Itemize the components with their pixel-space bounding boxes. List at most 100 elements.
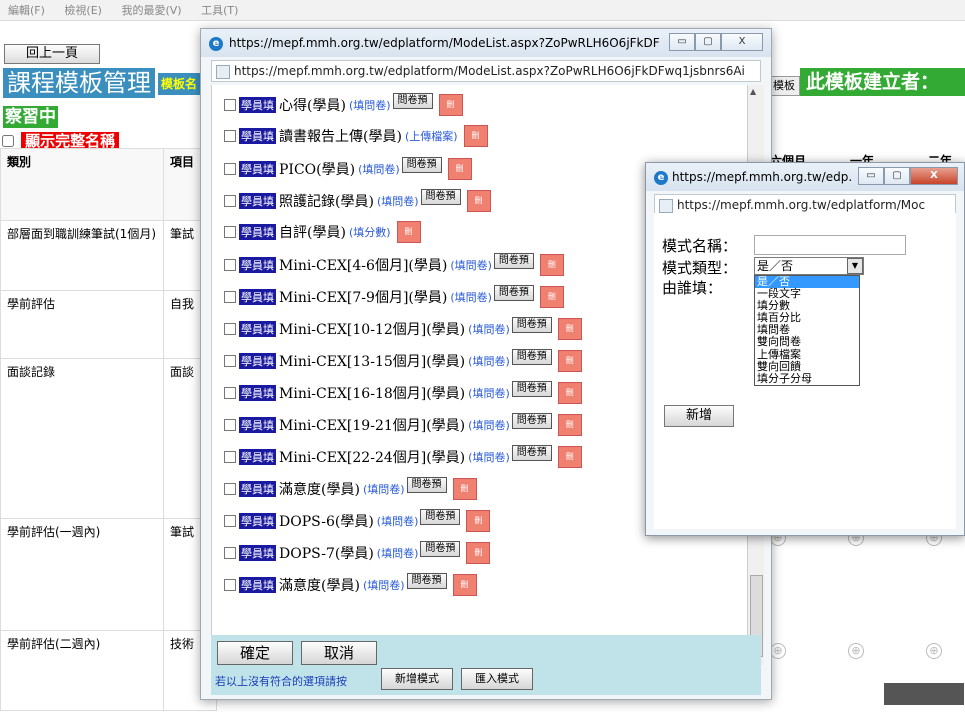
item-checkbox[interactable] xyxy=(224,579,236,591)
delete-button[interactable]: 刪 xyxy=(539,286,564,308)
item-type-link[interactable]: (填問卷) xyxy=(468,387,510,400)
item-checkbox[interactable] xyxy=(224,291,236,303)
item-checkbox[interactable] xyxy=(224,451,236,463)
dropdown-option[interactable]: 上傳檔案 xyxy=(755,348,859,361)
item-type-link[interactable]: (填問卷) xyxy=(377,195,419,208)
delete-button[interactable]: 刪 xyxy=(396,221,421,243)
preview-button[interactable]: 問卷預 xyxy=(511,381,552,397)
delete-button[interactable]: 刪 xyxy=(447,158,472,180)
add-button[interactable]: 新增 xyxy=(664,405,734,427)
item-type-link[interactable]: (填問卷) xyxy=(450,259,492,272)
window-titlebar[interactable]: e https://mepf.mmh.org.tw/edp... ▭ ▢ X xyxy=(646,163,964,191)
item-type-link[interactable]: (填問卷) xyxy=(468,323,510,336)
cancel-button[interactable]: 取消 xyxy=(301,641,377,665)
preview-button[interactable]: 問卷預 xyxy=(392,93,433,109)
preview-button[interactable]: 問卷預 xyxy=(401,157,442,173)
item-checkbox[interactable] xyxy=(224,259,236,271)
delete-button[interactable]: 刪 xyxy=(466,190,491,212)
confirm-button[interactable]: 確定 xyxy=(217,641,293,665)
preview-button[interactable]: 問卷預 xyxy=(511,445,552,461)
delete-button[interactable]: 刪 xyxy=(466,542,491,564)
item-checkbox[interactable] xyxy=(224,483,236,495)
template-button[interactable]: 模板 xyxy=(768,76,800,96)
menu-item[interactable]: 工具(T) xyxy=(193,0,246,20)
item-checkbox[interactable] xyxy=(224,355,236,367)
plus-icon[interactable]: ⊕ xyxy=(848,643,864,659)
item-checkbox[interactable] xyxy=(224,226,236,238)
delete-button[interactable]: 刪 xyxy=(557,350,582,372)
item-type-link[interactable]: (填問卷) xyxy=(349,99,391,112)
maximize-icon[interactable]: ▢ xyxy=(884,167,910,185)
item-type-link[interactable]: (填問卷) xyxy=(468,419,510,432)
menu-item[interactable]: 我的最愛(V) xyxy=(113,0,189,20)
preview-button[interactable]: 問卷預 xyxy=(511,413,552,429)
dropdown-option[interactable]: 雙向問卷 xyxy=(755,336,859,348)
menu-item[interactable]: 編輯(F) xyxy=(0,0,53,20)
delete-button[interactable]: 刪 xyxy=(452,574,477,596)
item-checkbox[interactable] xyxy=(224,163,236,175)
window-titlebar[interactable]: e https://mepf.mmh.org.tw/edplatform/Mod… xyxy=(201,29,771,57)
delete-button[interactable]: 刪 xyxy=(452,478,477,500)
item-checkbox[interactable] xyxy=(224,323,236,335)
item-type-link[interactable]: (填問卷) xyxy=(468,451,510,464)
item-type-link[interactable]: (填分數) xyxy=(349,226,391,239)
item-type-link[interactable]: (填問卷) xyxy=(468,355,510,368)
mode-name-label: 模式名稱： xyxy=(662,237,738,255)
new-mode-button[interactable]: 新增模式 xyxy=(381,668,453,690)
preview-button[interactable]: 問卷預 xyxy=(406,477,447,493)
delete-button[interactable]: 刪 xyxy=(463,125,488,147)
delete-button[interactable]: 刪 xyxy=(557,382,582,404)
import-mode-button[interactable]: 匯入模式 xyxy=(461,668,533,690)
preview-button[interactable]: 問卷預 xyxy=(511,317,552,333)
delete-button[interactable]: 刪 xyxy=(466,510,491,532)
preview-button[interactable]: 問卷預 xyxy=(511,349,552,365)
delete-button[interactable]: 刪 xyxy=(539,254,564,276)
scroll-up-icon[interactable]: ▲ xyxy=(750,87,756,96)
preview-button[interactable]: 問卷預 xyxy=(420,189,461,205)
plus-icon[interactable]: ⊕ xyxy=(926,643,942,659)
item-checkbox[interactable] xyxy=(224,130,236,142)
item-type-link[interactable]: (填問卷) xyxy=(377,547,419,560)
close-icon[interactable]: X xyxy=(721,33,763,51)
item-name: 滿意度(學員) xyxy=(279,482,360,498)
item-name: Mini-CEX[22-24個月](學員) xyxy=(279,450,466,466)
minimize-icon[interactable]: ▭ xyxy=(669,33,695,51)
plus-icon[interactable]: ⊕ xyxy=(770,643,786,659)
item-type-link[interactable]: (上傳檔案) xyxy=(405,130,458,143)
address-bar[interactable]: https://mepf.mmh.org.tw/edplatform/ModeL… xyxy=(211,60,761,82)
delete-button[interactable]: 刪 xyxy=(557,318,582,340)
chevron-down-icon[interactable]: ▼ xyxy=(847,258,863,274)
menu-item[interactable]: 檢視(E) xyxy=(56,0,110,20)
status-badge: 察習中 xyxy=(3,106,58,128)
item-type-link[interactable]: (填問卷) xyxy=(358,163,400,176)
mode-type-select[interactable]: 是／否 ▼ xyxy=(754,257,864,275)
item-type-link[interactable]: (填問卷) xyxy=(363,579,405,592)
item-checkbox[interactable] xyxy=(224,419,236,431)
delete-button[interactable]: 刪 xyxy=(557,414,582,436)
list-item: 學員填 DOPS-6(學員) (填問卷) 問卷預刪 xyxy=(224,509,491,533)
list-item: 學員填 DOPS-7(學員) (填問卷) 問卷預刪 xyxy=(224,541,491,565)
show-full-name-checkbox[interactable] xyxy=(2,134,14,147)
dropdown-option[interactable]: 填分子分母 xyxy=(755,372,859,385)
item-checkbox[interactable] xyxy=(224,547,236,559)
preview-button[interactable]: 問卷預 xyxy=(420,509,461,525)
preview-button[interactable]: 問卷預 xyxy=(406,573,447,589)
delete-button[interactable]: 刪 xyxy=(557,446,582,468)
item-type-link[interactable]: (填問卷) xyxy=(363,483,405,496)
delete-button[interactable]: 刪 xyxy=(438,94,463,116)
item-checkbox[interactable] xyxy=(224,99,236,111)
preview-button[interactable]: 問卷預 xyxy=(420,541,461,557)
minimize-icon[interactable]: ▭ xyxy=(858,167,884,185)
item-checkbox[interactable] xyxy=(224,195,236,207)
mode-name-input[interactable] xyxy=(754,235,906,255)
preview-button[interactable]: 問卷預 xyxy=(493,285,534,301)
back-button[interactable]: 回上一頁 xyxy=(4,44,100,64)
item-type-link[interactable]: (填問卷) xyxy=(450,291,492,304)
dropdown-option[interactable]: 雙向回饋 xyxy=(755,360,859,373)
maximize-icon[interactable]: ▢ xyxy=(695,33,721,51)
item-type-link[interactable]: (填問卷) xyxy=(377,515,419,528)
preview-button[interactable]: 問卷預 xyxy=(493,253,534,269)
item-checkbox[interactable] xyxy=(224,387,236,399)
close-icon[interactable]: X xyxy=(910,167,958,185)
item-checkbox[interactable] xyxy=(224,515,236,527)
